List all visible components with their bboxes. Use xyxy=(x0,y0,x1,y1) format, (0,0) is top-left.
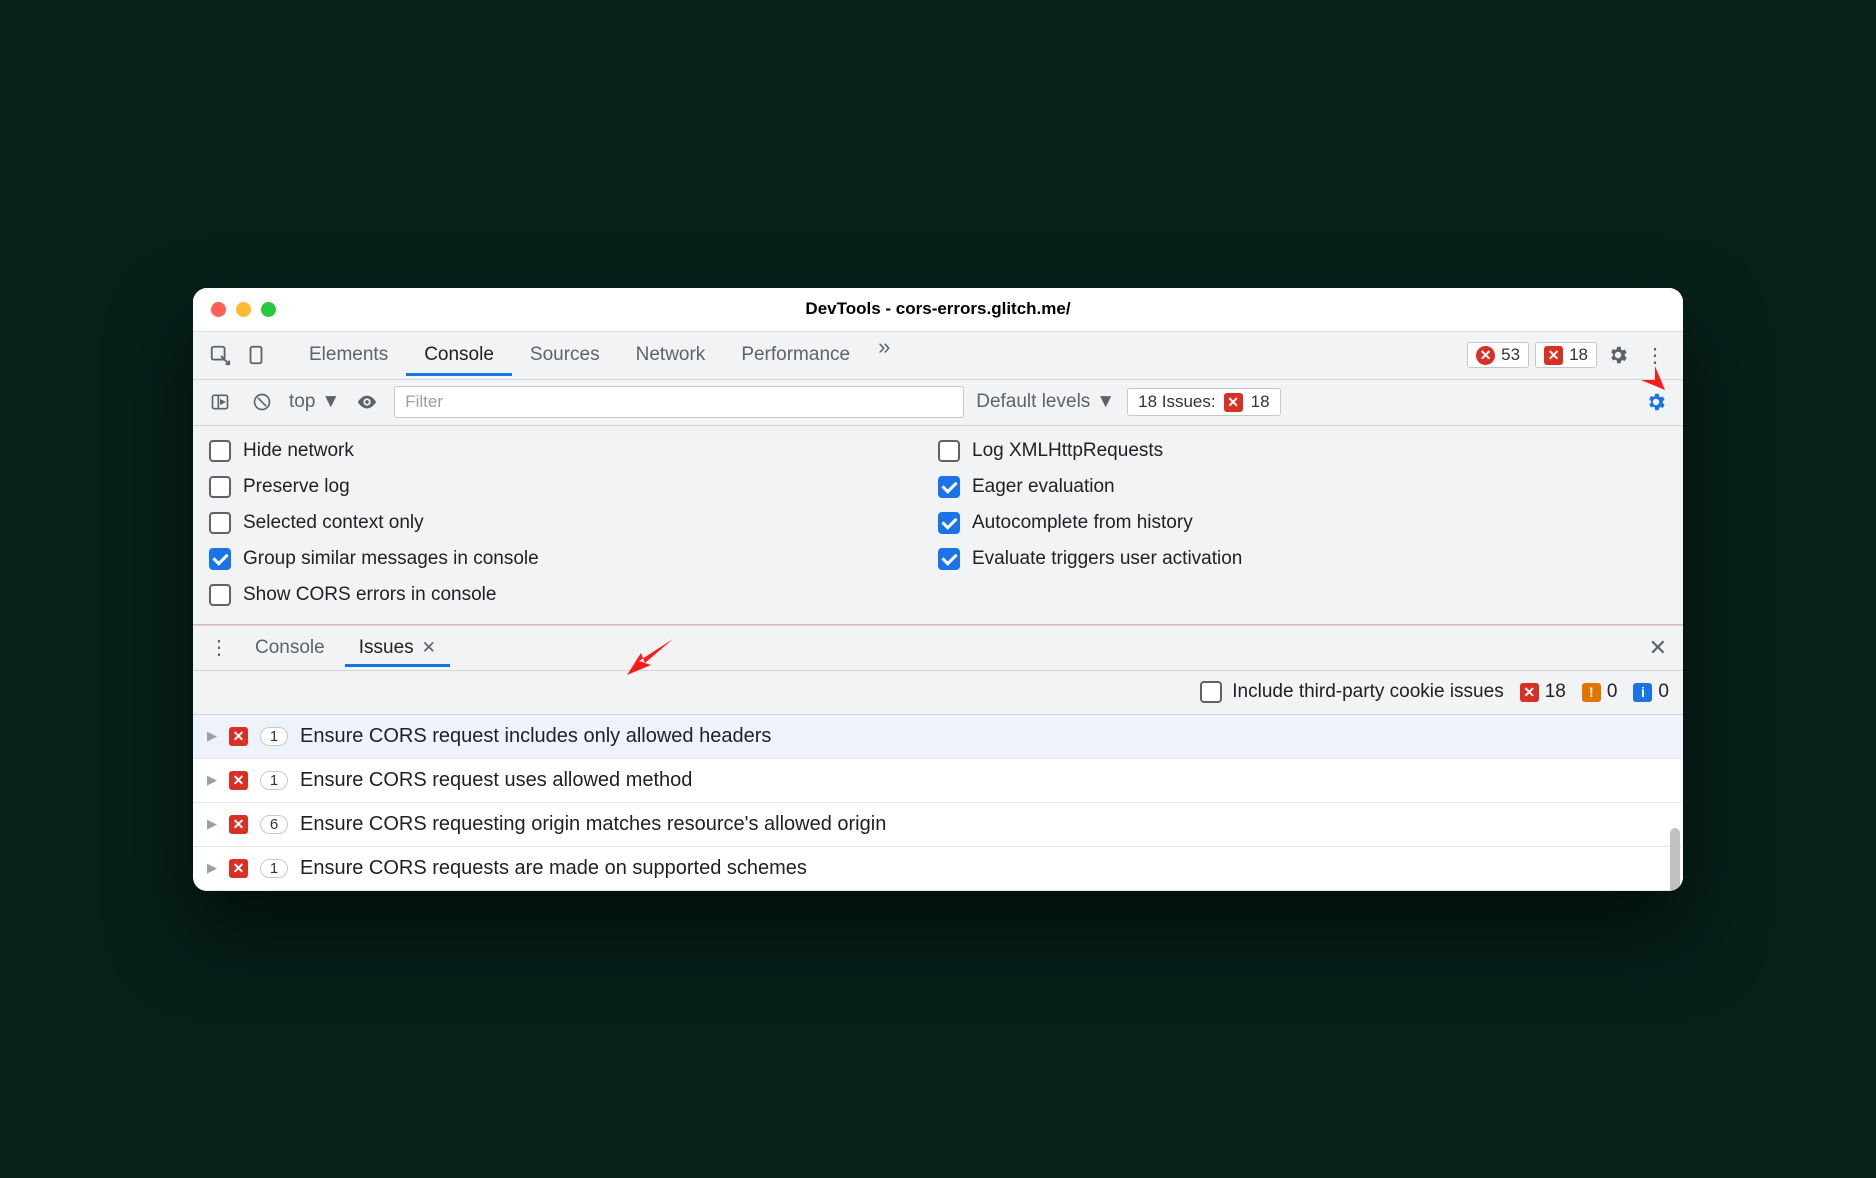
warning-icon: ! xyxy=(1582,683,1601,702)
titlebar: DevTools - cors-errors.glitch.me/ xyxy=(193,288,1683,332)
checkbox[interactable] xyxy=(209,476,231,498)
opt-show-cors[interactable]: Show CORS errors in console xyxy=(209,584,938,606)
error-count: 53 xyxy=(1501,345,1520,365)
annotation-arrow-icon xyxy=(623,633,679,681)
opt-group-similar[interactable]: Group similar messages in console xyxy=(209,548,938,570)
main-toolbar: Elements Console Sources Network Perform… xyxy=(193,332,1683,380)
opt-user-activation[interactable]: Evaluate triggers user activation xyxy=(938,548,1667,570)
message-error-icon: ✕ xyxy=(1224,393,1243,412)
issue-row[interactable]: ▶ ✕ 1 Ensure CORS request uses allowed m… xyxy=(193,759,1683,803)
filter-input[interactable] xyxy=(394,386,964,418)
drawer-tab-issues[interactable]: Issues ✕ xyxy=(345,629,450,667)
console-settings-panel: Hide network Log XMLHttpRequests Preserv… xyxy=(193,426,1683,625)
checkbox[interactable] xyxy=(209,512,231,534)
issue-count: 1 xyxy=(260,859,288,878)
error-count-badge[interactable]: ✕ 53 xyxy=(1467,342,1529,368)
levels-label: Default levels xyxy=(976,391,1090,413)
annotation-arrow-icon xyxy=(1621,346,1669,394)
minimize-window-button[interactable] xyxy=(236,302,251,317)
window-title: DevTools - cors-errors.glitch.me/ xyxy=(193,299,1683,319)
message-error-icon: ✕ xyxy=(229,727,248,746)
expand-triangle-icon[interactable]: ▶ xyxy=(207,728,217,744)
issues-error-count[interactable]: ✕ 18 xyxy=(1520,681,1566,703)
opt-autocomplete[interactable]: Autocomplete from history xyxy=(938,512,1667,534)
issues-info-count[interactable]: i 0 xyxy=(1633,681,1669,703)
checkbox[interactable] xyxy=(938,548,960,570)
message-count: 18 xyxy=(1569,345,1588,365)
expand-triangle-icon[interactable]: ▶ xyxy=(207,860,217,876)
issues-label: 18 Issues: xyxy=(1138,392,1216,412)
issues-count: 18 xyxy=(1251,392,1270,412)
checkbox[interactable] xyxy=(209,584,231,606)
tab-console[interactable]: Console xyxy=(406,334,512,376)
devtools-window: DevTools - cors-errors.glitch.me/ Elemen… xyxy=(193,288,1683,891)
opt-third-party[interactable]: Include third-party cookie issues xyxy=(1200,681,1503,703)
context-selector[interactable]: top ▼ xyxy=(289,391,340,413)
device-toggle-icon[interactable] xyxy=(241,340,271,370)
tab-performance[interactable]: Performance xyxy=(723,334,868,376)
message-error-icon: ✕ xyxy=(229,815,248,834)
opt-log-xhr[interactable]: Log XMLHttpRequests xyxy=(938,440,1667,462)
tab-elements[interactable]: Elements xyxy=(291,334,406,376)
chevron-down-icon: ▼ xyxy=(1096,391,1115,413)
drawer-tabs: ⋮ Console Issues ✕ ✕ xyxy=(193,625,1683,671)
context-label: top xyxy=(289,391,315,413)
message-error-icon: ✕ xyxy=(229,771,248,790)
issue-title: Ensure CORS requesting origin matches re… xyxy=(300,813,886,836)
checkbox[interactable] xyxy=(209,440,231,462)
opt-hide-network[interactable]: Hide network xyxy=(209,440,938,462)
drawer-close-icon[interactable]: ✕ xyxy=(1649,635,1673,661)
info-icon: i xyxy=(1633,683,1652,702)
message-error-icon: ✕ xyxy=(229,859,248,878)
window-controls xyxy=(193,302,276,317)
issue-count: 6 xyxy=(260,815,288,834)
tab-sources[interactable]: Sources xyxy=(512,334,618,376)
chevron-down-icon: ▼ xyxy=(321,391,340,413)
close-tab-icon[interactable]: ✕ xyxy=(422,638,436,658)
panel-tabs: Elements Console Sources Network Perform… xyxy=(291,334,900,376)
message-error-icon: ✕ xyxy=(1544,346,1563,365)
more-tabs-icon[interactable]: » xyxy=(868,334,900,376)
issue-title: Ensure CORS request includes only allowe… xyxy=(300,725,771,748)
expand-triangle-icon[interactable]: ▶ xyxy=(207,816,217,832)
message-error-icon: ✕ xyxy=(1520,683,1539,702)
inspect-element-icon[interactable] xyxy=(205,340,235,370)
opt-preserve-log[interactable]: Preserve log xyxy=(209,476,938,498)
expand-triangle-icon[interactable]: ▶ xyxy=(207,772,217,788)
issue-title: Ensure CORS request uses allowed method xyxy=(300,769,692,792)
drawer-tab-console[interactable]: Console xyxy=(241,629,339,667)
issue-row[interactable]: ▶ ✕ 1 Ensure CORS requests are made on s… xyxy=(193,847,1683,891)
issues-toolbar: Include third-party cookie issues ✕ 18 !… xyxy=(193,671,1683,715)
tab-network[interactable]: Network xyxy=(618,334,724,376)
clear-console-icon[interactable] xyxy=(247,387,277,417)
checkbox[interactable] xyxy=(938,476,960,498)
scrollbar[interactable] xyxy=(1670,828,1680,891)
issues-warning-count[interactable]: ! 0 xyxy=(1582,681,1618,703)
issues-list: ▶ ✕ 1 Ensure CORS request includes only … xyxy=(193,715,1683,891)
maximize-window-button[interactable] xyxy=(261,302,276,317)
issue-title: Ensure CORS requests are made on support… xyxy=(300,857,807,880)
close-window-button[interactable] xyxy=(211,302,226,317)
checkbox[interactable] xyxy=(209,548,231,570)
opt-eager-eval[interactable]: Eager evaluation xyxy=(938,476,1667,498)
error-icon: ✕ xyxy=(1476,346,1495,365)
console-toolbar: top ▼ Default levels ▼ 18 Issues: ✕ 18 xyxy=(193,380,1683,426)
live-expression-icon[interactable] xyxy=(352,387,382,417)
drawer-kebab-icon[interactable]: ⋮ xyxy=(203,635,235,660)
issues-counter[interactable]: 18 Issues: ✕ 18 xyxy=(1127,388,1280,416)
checkbox[interactable] xyxy=(938,440,960,462)
issue-row[interactable]: ▶ ✕ 6 Ensure CORS requesting origin matc… xyxy=(193,803,1683,847)
checkbox[interactable] xyxy=(1200,681,1222,703)
issue-count: 1 xyxy=(260,771,288,790)
issue-count: 1 xyxy=(260,727,288,746)
log-levels-selector[interactable]: Default levels ▼ xyxy=(976,391,1115,413)
toggle-sidebar-icon[interactable] xyxy=(205,387,235,417)
issue-row[interactable]: ▶ ✕ 1 Ensure CORS request includes only … xyxy=(193,715,1683,759)
opt-selected-context[interactable]: Selected context only xyxy=(209,512,938,534)
checkbox[interactable] xyxy=(938,512,960,534)
message-count-badge[interactable]: ✕ 18 xyxy=(1535,342,1597,368)
